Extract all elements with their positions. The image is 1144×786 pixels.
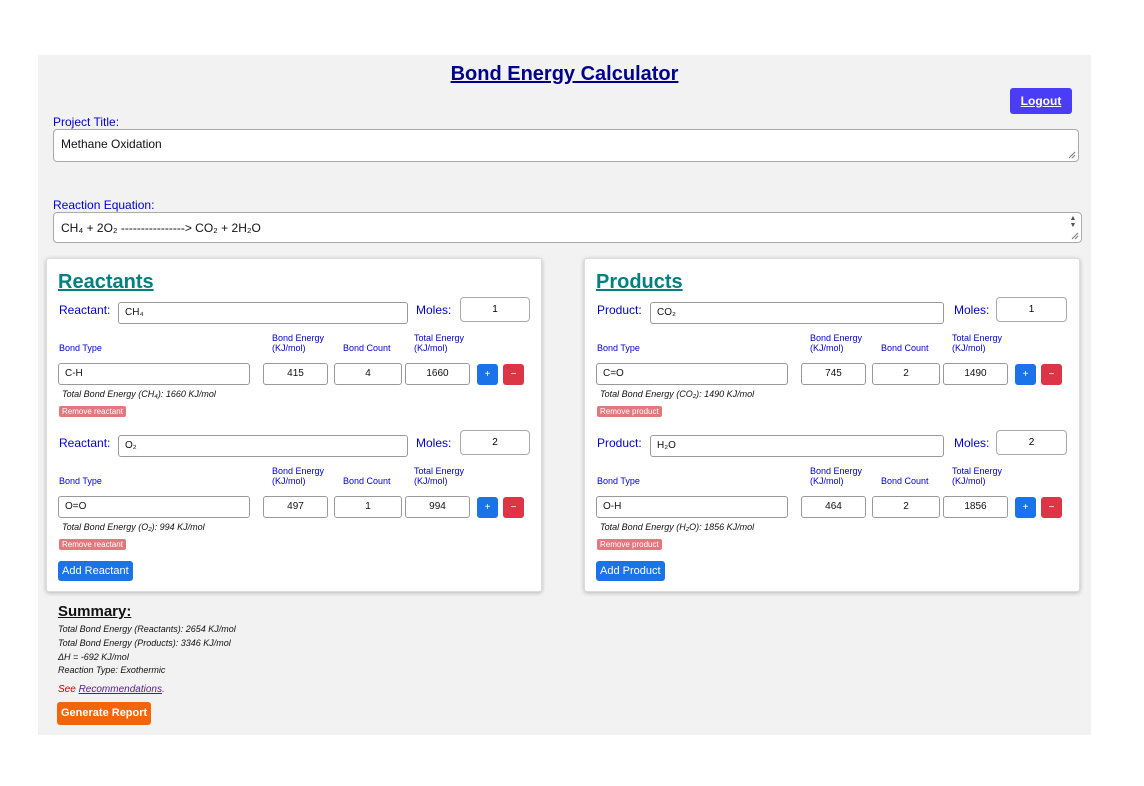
project-title-label: Project Title: bbox=[53, 115, 120, 129]
project-title-input[interactable]: Methane Oxidation bbox=[53, 129, 1079, 162]
summary-reactants: Total Bond Energy (Reactants): 2654 KJ/m… bbox=[58, 624, 236, 634]
summary-reaction-type: Reaction Type: Exothermic bbox=[58, 665, 166, 675]
bond-energy-header: Bond Energy (KJ/mol) bbox=[810, 466, 863, 486]
bond-count-header: Bond Count bbox=[343, 343, 391, 353]
remove-bond-button[interactable]: − bbox=[1041, 364, 1062, 385]
bond-count-header: Bond Count bbox=[343, 476, 391, 486]
bond-count-input[interactable]: 1 bbox=[334, 496, 402, 518]
moles-input[interactable]: 2 bbox=[996, 430, 1067, 455]
remove-bond-button[interactable]: − bbox=[503, 364, 524, 385]
reaction-equation-input[interactable]: CH₄ + 2O₂ ----------------> CO₂ + 2H₂O ▲… bbox=[53, 212, 1082, 243]
moles-label: Moles: bbox=[416, 303, 452, 317]
bond-count-input[interactable]: 2 bbox=[872, 496, 940, 518]
total-energy-header: Total Energy (KJ/mol) bbox=[414, 466, 465, 486]
bond-type-input[interactable]: C=O bbox=[596, 363, 788, 385]
project-title-value: Methane Oxidation bbox=[61, 137, 162, 151]
moles-label: Moles: bbox=[954, 436, 990, 450]
moles-input[interactable]: 1 bbox=[460, 297, 530, 322]
bond-energy-input[interactable]: 464 bbox=[801, 496, 866, 518]
page-title[interactable]: Bond Energy Calculator bbox=[38, 63, 1091, 86]
recommendations-link[interactable]: Recommendations bbox=[79, 684, 162, 695]
product-total-text: Total Bond Energy (CO₂): 1490 KJ/mol bbox=[600, 389, 755, 399]
bond-count-input[interactable]: 2 bbox=[872, 363, 940, 385]
add-bond-button[interactable]: + bbox=[477, 364, 498, 385]
reactants-card: Reactants Reactant: CH₄ Moles: 1 Bond Ty… bbox=[46, 258, 542, 592]
remove-product-button[interactable]: Remove product bbox=[597, 406, 662, 417]
generate-report-button[interactable]: Generate Report bbox=[57, 702, 152, 725]
product-total-text: Total Bond Energy (H₂O): 1856 KJ/mol bbox=[600, 522, 755, 532]
total-energy-header: Total Energy (KJ/mol) bbox=[952, 333, 1003, 353]
products-card: Products Product: CO₂ Moles: 1 Bond Type… bbox=[584, 258, 1080, 592]
bond-energy-input[interactable]: 415 bbox=[263, 363, 328, 385]
moles-input[interactable]: 2 bbox=[460, 430, 530, 455]
bond-energy-input[interactable]: 497 bbox=[263, 496, 328, 518]
bond-type-header: Bond Type bbox=[597, 343, 640, 353]
reactant-label: Reactant: bbox=[59, 436, 111, 450]
bond-type-header: Bond Type bbox=[597, 476, 640, 486]
product-label: Product: bbox=[597, 303, 642, 317]
product-name-input[interactable]: CO₂ bbox=[650, 302, 944, 324]
total-energy-input[interactable]: 994 bbox=[405, 496, 470, 518]
total-energy-header: Total Energy (KJ/mol) bbox=[414, 333, 465, 353]
resize-grip-icon[interactable] bbox=[1068, 151, 1076, 159]
moles-label: Moles: bbox=[416, 436, 452, 450]
reactant-total-text: Total Bond Energy (CH₄): 1660 KJ/mol bbox=[62, 389, 216, 399]
remove-bond-button[interactable]: − bbox=[1041, 497, 1062, 518]
bond-type-header: Bond Type bbox=[59, 343, 102, 353]
add-reactant-button[interactable]: Add Reactant bbox=[58, 561, 133, 581]
total-energy-input[interactable]: 1490 bbox=[943, 363, 1008, 385]
moles-input[interactable]: 1 bbox=[996, 297, 1067, 322]
reactants-title: Reactants bbox=[58, 271, 154, 293]
bond-count-header: Bond Count bbox=[881, 476, 929, 486]
bond-energy-header: Bond Energy (KJ/mol) bbox=[272, 333, 325, 353]
spinner-icon[interactable]: ▲ ▼ bbox=[1067, 215, 1079, 229]
reactant-label: Reactant: bbox=[59, 303, 111, 317]
add-bond-button[interactable]: + bbox=[477, 497, 498, 518]
total-energy-input[interactable]: 1660 bbox=[405, 363, 470, 385]
resize-grip-icon[interactable] bbox=[1071, 232, 1079, 240]
moles-label: Moles: bbox=[954, 303, 990, 317]
add-bond-button[interactable]: + bbox=[1015, 364, 1036, 385]
logout-button[interactable]: Logout bbox=[1010, 88, 1072, 114]
summary-products: Total Bond Energy (Products): 3346 KJ/mo… bbox=[58, 638, 231, 648]
reaction-equation-value: CH₄ + 2O₂ ----------------> CO₂ + 2H₂O bbox=[61, 221, 261, 235]
bond-count-header: Bond Count bbox=[881, 343, 929, 353]
bond-type-input[interactable]: C-H bbox=[58, 363, 250, 385]
summary-title: Summary: bbox=[58, 603, 132, 620]
reactant-name-input[interactable]: CH₄ bbox=[118, 302, 408, 324]
reactant-total-text: Total Bond Energy (O₂): 994 KJ/mol bbox=[62, 522, 205, 532]
recommendations-line: See Recommendations. bbox=[58, 684, 165, 695]
bond-type-input[interactable]: O-H bbox=[596, 496, 788, 518]
summary-delta-h: ΔH = -692 KJ/mol bbox=[58, 652, 129, 662]
bond-energy-header: Bond Energy (KJ/mol) bbox=[272, 466, 325, 486]
total-energy-header: Total Energy (KJ/mol) bbox=[952, 466, 1003, 486]
product-label: Product: bbox=[597, 436, 642, 450]
products-title: Products bbox=[596, 271, 683, 293]
reaction-equation-label: Reaction Equation: bbox=[53, 198, 155, 212]
product-name-input[interactable]: H₂O bbox=[650, 435, 944, 457]
bond-energy-input[interactable]: 745 bbox=[801, 363, 866, 385]
reactant-name-input[interactable]: O₂ bbox=[118, 435, 408, 457]
app-panel: Bond Energy Calculator Logout Project Ti… bbox=[38, 55, 1091, 735]
total-energy-input[interactable]: 1856 bbox=[943, 496, 1008, 518]
remove-bond-button[interactable]: − bbox=[503, 497, 524, 518]
remove-product-button[interactable]: Remove product bbox=[597, 539, 662, 550]
bond-type-input[interactable]: O=O bbox=[58, 496, 250, 518]
remove-reactant-button[interactable]: Remove reactant bbox=[59, 539, 126, 550]
bond-type-header: Bond Type bbox=[59, 476, 102, 486]
remove-reactant-button[interactable]: Remove reactant bbox=[59, 406, 126, 417]
bond-energy-header: Bond Energy (KJ/mol) bbox=[810, 333, 863, 353]
add-product-button[interactable]: Add Product bbox=[596, 561, 665, 581]
bond-count-input[interactable]: 4 bbox=[334, 363, 402, 385]
add-bond-button[interactable]: + bbox=[1015, 497, 1036, 518]
